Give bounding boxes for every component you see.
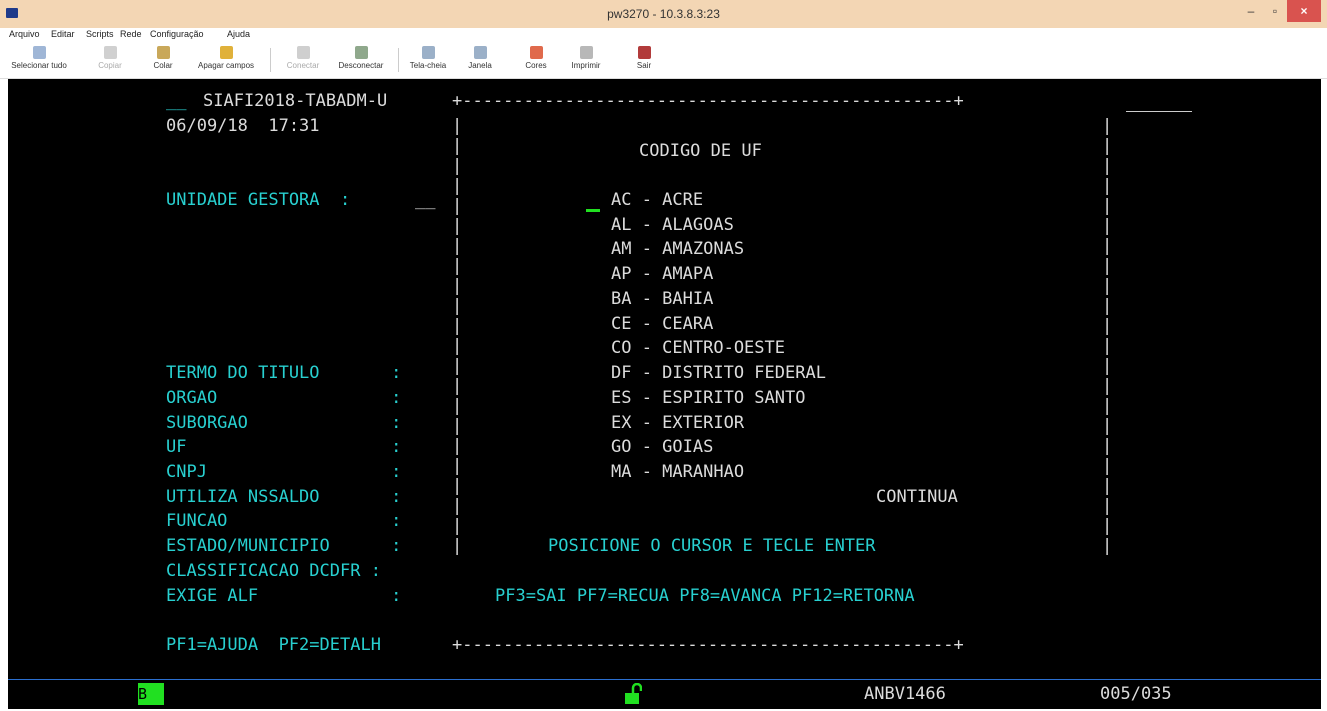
toolbar-separator — [398, 48, 399, 72]
popup-border-left: | | | | | | | | | | | | | | | | | | | | … — [452, 116, 463, 556]
system-title: SIAFI2018-TABADM-U — [203, 91, 388, 111]
terminal-screen[interactable]: __ SIAFI2018-TABADM-U +-----------------… — [8, 79, 1321, 709]
unidade-gestora-label: UNIDADE GESTORA : — [166, 190, 351, 210]
window-title: pw3270 - 10.3.8.3:23 — [607, 7, 720, 21]
uf-option[interactable]: AM - AMAZONAS — [611, 239, 744, 259]
menu-scripts[interactable]: Scripts — [86, 29, 114, 39]
minimize-button[interactable]: – — [1240, 0, 1262, 22]
connect-button[interactable]: Conectar — [280, 46, 326, 70]
disconnect-icon — [354, 46, 368, 59]
terminal-cursor — [586, 209, 600, 212]
popup-pf-keys: PF3=SAI PF7=RECUA PF8=AVANCA PF12=RETORN… — [495, 586, 915, 606]
field-label: SUBORGAO : — [166, 413, 402, 433]
uf-option[interactable]: MA - MARANHAO — [611, 462, 744, 482]
paste-button[interactable]: Colar — [143, 46, 183, 70]
terminal-area: __ SIAFI2018-TABADM-U +-----------------… — [0, 79, 1327, 711]
uf-option[interactable]: AP - AMAPA — [611, 264, 713, 284]
status-divider — [8, 679, 1321, 680]
fullscreen-button[interactable]: Tela-cheia — [404, 46, 452, 70]
title-bar: pw3270 - 10.3.8.3:23 – ▫ × — [0, 0, 1327, 28]
maximize-button[interactable]: ▫ — [1264, 0, 1286, 22]
select-all-icon — [32, 46, 46, 59]
bottom-pf-keys: PF1=AJUDA PF2=DETALH — [166, 635, 381, 655]
popup-border-right: | | | | | | | | | | | | | | | | | | | | … — [1102, 116, 1113, 556]
popup-border-bottom: +---------------------------------------… — [452, 635, 964, 655]
print-button[interactable]: Imprimir — [566, 46, 606, 70]
field-label: CNPJ : — [166, 462, 402, 482]
uf-option[interactable]: CE - CEARA — [611, 314, 713, 334]
menu-bar: Arquivo Editar Scripts Rede Configuração… — [0, 28, 1327, 42]
field-label: CLASSIFICACAO DCDFR : — [166, 561, 381, 581]
instruction-text: POSICIONE O CURSOR E TECLE ENTER — [548, 536, 876, 556]
popup-border-top: +---------------------------------------… — [452, 91, 964, 111]
menu-arquivo[interactable]: Arquivo — [9, 29, 40, 39]
uf-option[interactable]: AC - ACRE — [611, 190, 703, 210]
colors-button[interactable]: Cores — [518, 46, 554, 70]
colors-icon — [529, 46, 543, 59]
menu-ajuda[interactable]: Ajuda — [227, 29, 250, 39]
cursor-position: 005/035 — [1100, 684, 1172, 704]
menu-rede[interactable]: Rede — [120, 29, 142, 39]
field-label: UF : — [166, 437, 402, 457]
uf-option[interactable]: BA - BAHIA — [611, 289, 713, 309]
disconnect-button[interactable]: Desconectar — [332, 46, 390, 70]
field-label: EXIGE ALF : — [166, 586, 402, 606]
field-label: ESTADO/MUNICIPIO : — [166, 536, 402, 556]
field-label: ORGAO : — [166, 388, 402, 408]
uf-option[interactable]: AL - ALAGOAS — [611, 215, 734, 235]
uf-option[interactable]: GO - GOIAS — [611, 437, 713, 457]
session-name: ANBV1466 — [864, 684, 946, 704]
close-button[interactable]: × — [1287, 0, 1321, 22]
field-label: FUNCAO : — [166, 511, 402, 531]
header-right-field — [1126, 91, 1192, 112]
fullscreen-icon — [421, 46, 435, 59]
print-icon — [579, 46, 593, 59]
field-label: UTILIZA NSSALDO : — [166, 487, 402, 507]
date-time: 06/09/18 17:31 — [166, 116, 320, 136]
uf-option[interactable]: ES - ESPIRITO SANTO — [611, 388, 805, 408]
field-label: TERMO DO TITULO : — [166, 363, 402, 383]
connect-icon — [296, 46, 310, 59]
exit-button[interactable]: Sair — [630, 46, 658, 70]
menu-editar[interactable]: Editar — [51, 29, 75, 39]
continua-label: CONTINUA — [876, 487, 958, 507]
uf-option[interactable]: CO - CENTRO-OESTE — [611, 338, 785, 358]
uf-option[interactable]: EX - EXTERIOR — [611, 413, 744, 433]
header-underscore: __ — [166, 91, 197, 111]
keyboard-indicator: B — [138, 683, 164, 705]
erase-fields-icon — [219, 46, 233, 59]
menu-configuracao[interactable]: Configuração — [150, 29, 204, 39]
unidade-gestora-input[interactable]: __ — [415, 190, 435, 210]
unlocked-padlock-icon — [625, 683, 642, 704]
uf-option[interactable]: DF - DISTRITO FEDERAL — [611, 363, 826, 383]
exit-icon — [637, 46, 651, 59]
select-all-button[interactable]: Selecionar tudo — [6, 46, 72, 70]
erase-fields-button[interactable]: Apagar campos — [190, 46, 262, 70]
window-icon — [473, 46, 487, 59]
toolbar: Selecionar tudo Copiar Colar Apagar camp… — [0, 42, 1327, 79]
copy-icon — [103, 46, 117, 59]
toolbar-separator — [270, 48, 271, 72]
paste-icon — [156, 46, 170, 59]
copy-button[interactable]: Copiar — [90, 46, 130, 70]
popup-title: CODIGO DE UF — [639, 141, 762, 161]
window-button[interactable]: Janela — [462, 46, 498, 70]
